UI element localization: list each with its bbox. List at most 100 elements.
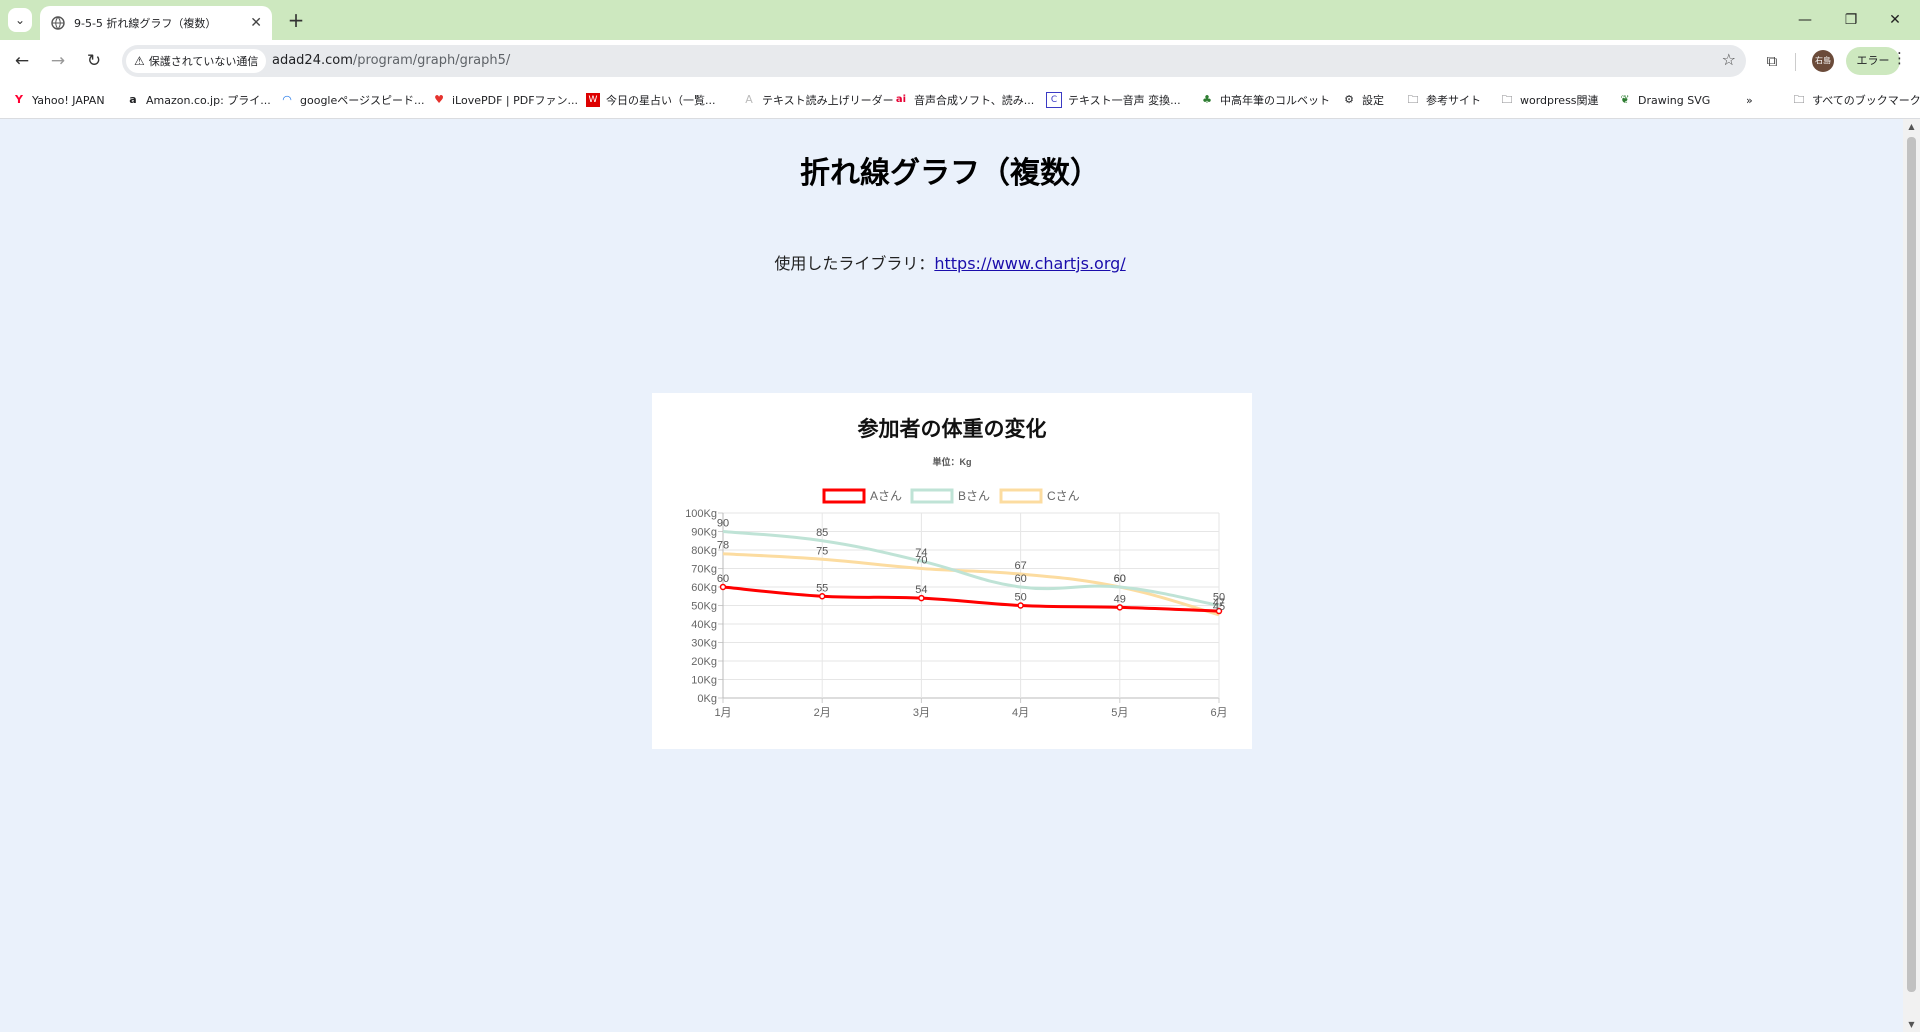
c-icon: C	[1046, 92, 1062, 108]
folder-icon: 🗀	[1407, 93, 1419, 106]
folder-icon: 🗀	[1501, 93, 1513, 106]
data-label: 90	[717, 518, 729, 530]
data-label: 60	[717, 573, 729, 585]
y-tick-label: 90Kg	[691, 527, 717, 539]
bookmark-item[interactable]: W 今日の星占い（一覧...	[586, 92, 716, 108]
close-window-icon[interactable]: ✕	[1880, 8, 1910, 32]
restore-icon[interactable]: ❐	[1836, 8, 1866, 32]
chart-title: 参加者の体重の変化	[858, 417, 1047, 441]
bookmark-item[interactable]: ♣ 中高年筆のコルベット	[1200, 92, 1330, 108]
bookmark-label: 設定	[1362, 94, 1384, 107]
data-label: 45	[1213, 601, 1225, 613]
amazon-icon: a	[129, 93, 137, 106]
data-label: 55	[816, 582, 828, 594]
gear-icon: ⚙	[1344, 93, 1354, 106]
y-tick-label: 0Kg	[697, 693, 717, 705]
all-bookmarks[interactable]: 🗀 すべてのブックマーク	[1792, 92, 1920, 108]
tab-title: 9-5-5 折れ線グラフ（複数）	[74, 17, 217, 30]
x-tick-label: 1月	[714, 707, 731, 719]
bookmarks-bar: Y Yahoo! JAPAN a Amazon.co.jp: プライ... ◠ goo…	[0, 82, 1920, 119]
bookmark-label: 中高年筆のコルベット	[1220, 94, 1330, 107]
bookmark-item[interactable]: 🗀 参考サイト	[1406, 92, 1482, 108]
bookmark-item[interactable]: A テキスト読み上げリーダー	[742, 92, 894, 108]
bookmark-label: テキスト読み上げリーダー	[762, 94, 894, 107]
bookmark-item[interactable]: ai 音声合成ソフト、読み...	[894, 92, 1034, 108]
active-tab[interactable]: 9-5-5 折れ線グラフ（複数） ✕	[40, 6, 272, 40]
bookmark-label: wordpress関連	[1520, 94, 1599, 107]
legend-swatch	[910, 488, 954, 504]
security-chip[interactable]: ⚠ 保護されていない通信	[126, 49, 267, 73]
back-arrow-icon[interactable]: ←	[10, 49, 34, 73]
new-tab-button[interactable]: +	[284, 8, 308, 32]
data-label: 85	[816, 527, 828, 539]
library-line: 使用したライブラリ：https://www.chartjs.org/	[0, 250, 1900, 274]
data-label: 70	[915, 555, 927, 567]
bookmark-label: Amazon.co.jp: プライ...	[146, 94, 271, 107]
fortune-icon: W	[586, 93, 600, 107]
scroll-thumb[interactable]	[1907, 137, 1916, 992]
chevron-down-icon: ⌄	[14, 13, 26, 27]
x-tick-label: 5月	[1111, 707, 1128, 719]
legend-swatch	[822, 488, 866, 504]
frog-icon: ♣	[1202, 93, 1212, 106]
forward-arrow-icon[interactable]: →	[46, 49, 70, 73]
scrollbar[interactable]: ▲ ▼	[1903, 119, 1920, 1032]
more-bookmarks-icon[interactable]: »	[1746, 92, 1753, 108]
y-tick-label: 40Kg	[691, 619, 717, 631]
bookmark-item[interactable]: ❦ Drawing SVG	[1618, 92, 1710, 108]
close-tab-icon[interactable]: ✕	[250, 15, 262, 31]
bookmark-label: テキスト一音声 変換...	[1068, 94, 1181, 107]
data-point	[719, 583, 727, 591]
warning-icon: ⚠	[134, 54, 145, 68]
profile-avatar[interactable]: 右島	[1812, 50, 1834, 72]
bookmark-label: Yahoo! JAPAN	[32, 93, 105, 107]
bookmark-item[interactable]: C テキスト一音声 変換...	[1046, 92, 1181, 108]
library-link[interactable]: https://www.chartjs.org/	[934, 254, 1125, 273]
y-tick-label: 30Kg	[691, 638, 717, 650]
y-tick-label: 10Kg	[691, 675, 717, 687]
x-tick-label: 6月	[1210, 707, 1227, 719]
chart-card: 参加者の体重の変化 単位：Kg Aさん Bさん Cさん 0Kg 10Kg 20Kg 30Kg 40…	[652, 393, 1252, 749]
x-tick-label: 4月	[1012, 707, 1029, 719]
data-point	[818, 593, 826, 600]
bookmark-label: iLovePDF | PDFファン...	[452, 94, 579, 107]
reload-icon[interactable]: ↻	[82, 49, 106, 73]
legend-label: Aさん	[870, 489, 902, 503]
data-point	[1116, 604, 1124, 611]
toolbar-divider	[1795, 53, 1796, 71]
data-label: 75	[816, 545, 828, 557]
data-label: 54	[915, 584, 927, 596]
kebab-menu-icon[interactable]: ⋮	[1892, 49, 1907, 67]
y-tick-label: 70Kg	[691, 564, 717, 576]
extensions-icon[interactable]: ⧉	[1760, 49, 1784, 73]
folder-icon: 🗀	[1793, 93, 1805, 106]
bookmark-item[interactable]: ♥ iLovePDF | PDFファン...	[432, 92, 578, 108]
bookmark-label: 音声合成ソフト、読み...	[914, 94, 1035, 107]
library-prefix: 使用したライブラリ：	[774, 254, 935, 273]
bookmark-item[interactable]: 🗀 wordpress関連	[1500, 92, 1599, 108]
bookmark-item[interactable]: a Amazon.co.jp: プライ...	[126, 92, 271, 108]
data-label: 60	[1014, 573, 1026, 585]
address-bar[interactable]: ⚠ 保護されていない通信 adad24.com/program/graph/gr…	[122, 45, 1746, 77]
url-text[interactable]: adad24.com/program/graph/graph5/	[272, 53, 510, 68]
browser-toolbar: ← → ↻ ⚠ 保護されていない通信 adad24.com/program/gr…	[0, 40, 1920, 82]
bookmark-star-icon[interactable]: ☆	[1722, 50, 1736, 69]
globe-icon	[50, 15, 66, 31]
bookmark-item[interactable]: ◠ googleページスピード...	[280, 92, 424, 108]
scroll-down-icon[interactable]: ▼	[1907, 1020, 1916, 1029]
scroll-up-icon[interactable]: ▲	[1907, 122, 1916, 131]
line-chart: 参加者の体重の変化単位：Kg Aさん Bさん Cさん 0Kg 10Kg 20Kg 30Kg 40…	[685, 417, 1227, 719]
minimize-icon[interactable]: —	[1790, 8, 1820, 32]
bookmark-item[interactable]: ⚙ 設定	[1342, 92, 1384, 108]
y-tick-label: 20Kg	[691, 656, 717, 668]
tab-search-button[interactable]: ⌄	[8, 8, 32, 32]
data-label: 49	[1114, 593, 1126, 605]
bookmark-item[interactable]: Y Yahoo! JAPAN	[12, 92, 105, 108]
data-point	[1017, 602, 1024, 609]
bookmark-label: すべてのブックマーク	[1812, 94, 1920, 107]
y-tick-label: 80Kg	[691, 545, 717, 557]
bookmark-label: 参考サイト	[1426, 94, 1481, 107]
leaf-icon: ❦	[1620, 93, 1630, 106]
chart-subtitle: 単位：Kg	[933, 456, 972, 467]
security-label: 保護されていない通信	[148, 55, 259, 68]
